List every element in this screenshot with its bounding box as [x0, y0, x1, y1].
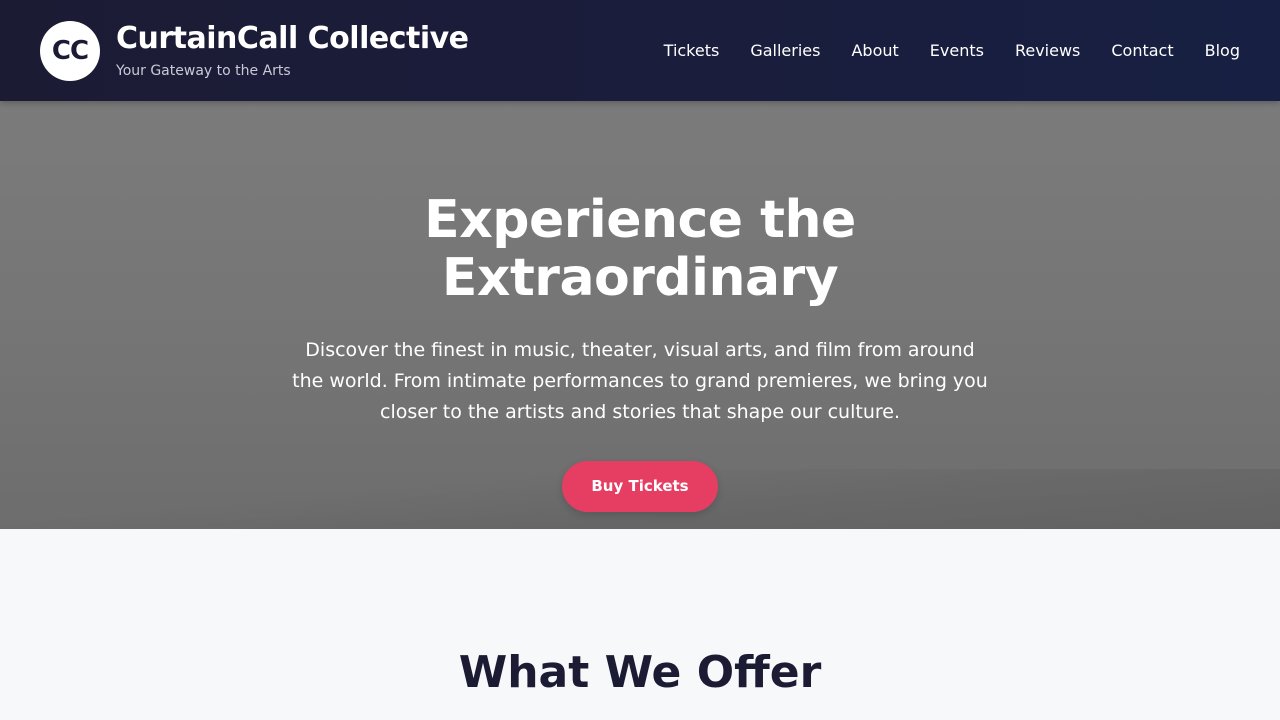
brand[interactable]: CC CurtainCall Collective Your Gateway t… — [40, 20, 469, 81]
nav-link-tickets[interactable]: Tickets — [664, 41, 720, 61]
offer-section-title: What We Offer — [458, 647, 822, 698]
site-tagline: Your Gateway to the Arts — [116, 62, 291, 79]
nav-link-galleries[interactable]: Galleries — [750, 41, 820, 61]
offer-section: What We Offer — [0, 529, 1280, 720]
brand-logo[interactable]: CC — [40, 20, 100, 81]
hero-title: Experience the Extraordinary — [424, 190, 856, 308]
nav-link-about[interactable]: About — [851, 41, 898, 61]
hero-section: Experience the Extraordinary Discover th… — [0, 101, 1280, 529]
site-header: CC CurtainCall Collective Your Gateway t… — [0, 0, 1280, 101]
buy-tickets-button[interactable]: Buy Tickets — [562, 461, 718, 512]
brand-text: CurtainCall Collective Your Gateway to t… — [116, 21, 469, 80]
nav-link-reviews[interactable]: Reviews — [1015, 41, 1080, 61]
main-nav: Tickets Galleries About Events Reviews C… — [664, 41, 1240, 61]
site-title[interactable]: CurtainCall Collective — [116, 21, 469, 56]
hero-content: Experience the Extraordinary Discover th… — [280, 191, 1000, 512]
nav-link-contact[interactable]: Contact — [1111, 41, 1173, 61]
nav-link-events[interactable]: Events — [930, 41, 984, 61]
nav-link-blog[interactable]: Blog — [1205, 41, 1240, 61]
hero-description: Discover the finest in music, theater, v… — [292, 339, 988, 423]
